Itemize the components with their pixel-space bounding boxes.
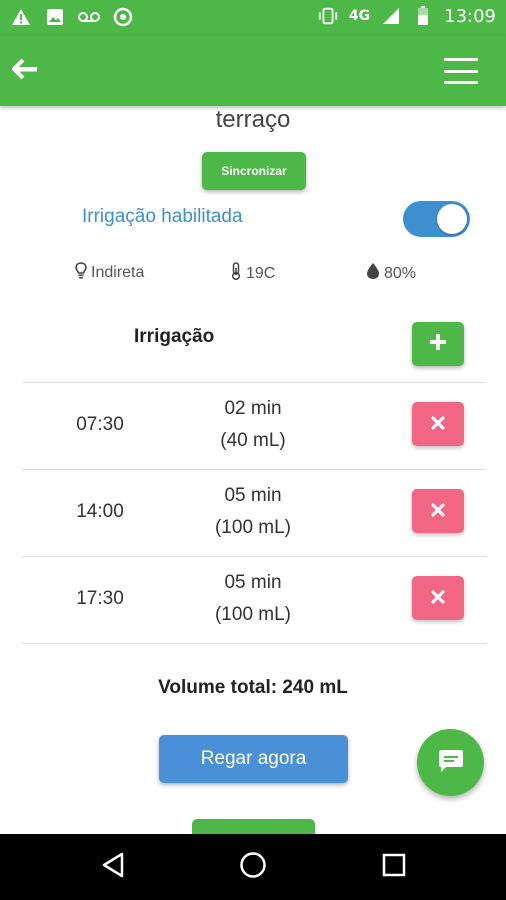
warning-icon [10, 6, 32, 28]
image-icon [44, 6, 66, 28]
battery-icon [412, 5, 434, 27]
duration-volume: (40 mL) [220, 430, 286, 451]
schedule-time: 17:30 [76, 588, 124, 609]
voicemail-icon [78, 6, 100, 28]
chat-icon [438, 749, 464, 777]
temperature-value: 19C [246, 264, 276, 282]
delete-schedule-button[interactable] [412, 402, 464, 446]
status-icons-left [10, 6, 134, 28]
temperature-info: 19C [230, 262, 275, 285]
menu-button[interactable] [444, 58, 478, 84]
irrigation-enabled-label: Irrigação habilitada [82, 206, 243, 227]
water-now-button[interactable]: Regar agora [159, 735, 348, 783]
nav-recents-button[interactable] [378, 851, 410, 883]
circle-home-icon [239, 851, 267, 883]
vibrate-icon [317, 5, 339, 27]
light-info: Indireta [75, 262, 144, 284]
chat-fab-button[interactable] [417, 729, 484, 796]
nav-back-button[interactable] [97, 851, 129, 883]
back-button[interactable] [10, 56, 40, 86]
triangle-back-icon [101, 852, 125, 882]
page-title: terraço [215, 106, 291, 133]
schedule-title: Irrigação [134, 326, 215, 347]
schedule-duration: 05 min (100 mL) [190, 480, 316, 544]
delete-schedule-button[interactable] [412, 576, 464, 620]
duration-minutes: 05 min [224, 572, 282, 593]
divider [22, 469, 486, 470]
light-value: Indireta [91, 264, 145, 281]
close-icon [431, 415, 445, 434]
status-icons-right: 4G 13:09 [317, 5, 496, 27]
duration-minutes: 05 min [224, 485, 282, 506]
humidity-value: 80% [384, 264, 417, 282]
sync-button[interactable]: Sincronizar [202, 152, 306, 190]
water-drop-icon [366, 262, 380, 285]
square-recents-icon [382, 853, 406, 881]
signal-icon [380, 5, 402, 27]
network-type: 4G [348, 8, 371, 24]
schedule-duration: 02 min (40 mL) [190, 393, 316, 457]
duration-volume: (100 mL) [214, 517, 292, 538]
lightbulb-icon [75, 262, 87, 284]
plus-icon [429, 333, 447, 355]
delete-schedule-button[interactable] [412, 489, 464, 533]
divider [22, 556, 486, 557]
status-bar: 4G 13:09 [0, 0, 506, 36]
irrigation-toggle[interactable] [403, 201, 470, 237]
close-icon [431, 589, 445, 608]
divider [22, 382, 486, 383]
schedule-duration: 05 min (100 mL) [190, 567, 316, 631]
schedule-time: 14:00 [76, 501, 124, 522]
nav-home-button[interactable] [237, 851, 269, 883]
whatsapp-icon [112, 6, 134, 28]
close-icon [431, 502, 445, 521]
clock: 13:09 [444, 5, 496, 27]
toggle-knob [437, 204, 467, 234]
schedule-time: 07:30 [76, 414, 124, 435]
system-nav-bar [0, 834, 506, 900]
total-volume: Volume total: 240 mL [158, 677, 348, 698]
sensor-info-row: Indireta 19C 80% [0, 262, 506, 286]
hamburger-line [444, 58, 478, 61]
duration-volume: (100 mL) [214, 604, 292, 625]
arrow-left-icon [11, 58, 38, 84]
hamburger-line [444, 81, 478, 84]
duration-minutes: 02 min [224, 398, 282, 419]
divider [22, 643, 486, 644]
humidity-info: 80% [366, 262, 416, 285]
app-bar [0, 36, 506, 106]
add-schedule-button[interactable] [412, 322, 464, 366]
thermometer-icon [230, 262, 242, 285]
hamburger-line [444, 69, 478, 73]
